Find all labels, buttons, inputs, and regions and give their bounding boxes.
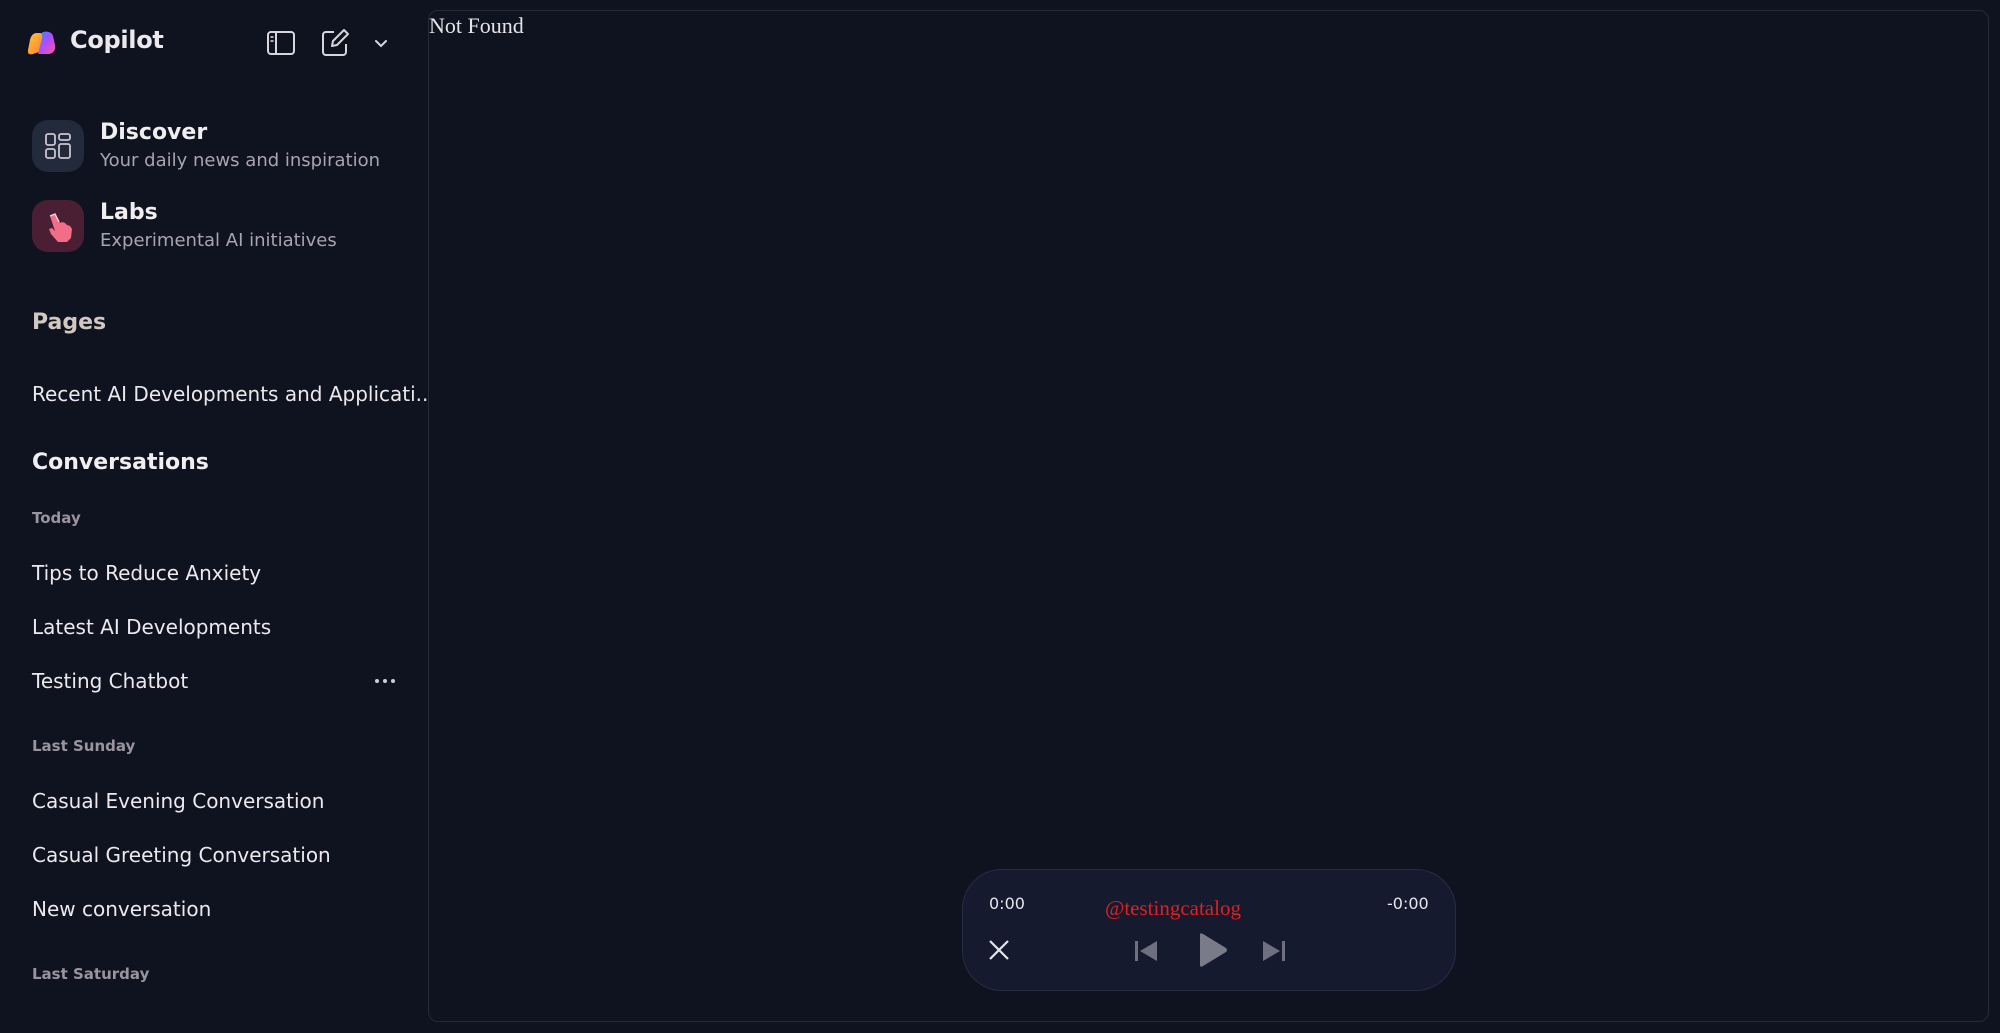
elapsed-time: 0:00 xyxy=(989,894,1025,913)
group-label-last-saturday: Last Saturday xyxy=(32,965,150,983)
labs-subtitle: Experimental AI initiatives xyxy=(100,230,337,251)
previous-track-button[interactable] xyxy=(1131,936,1161,966)
discover-title: Discover xyxy=(100,120,208,145)
pages-heading: Pages xyxy=(32,310,107,335)
sidebar-toggle-button[interactable] xyxy=(264,26,298,60)
sidebar-panel-icon xyxy=(267,31,295,55)
conversations-heading: Conversations xyxy=(32,450,209,475)
discover-subtitle: Your daily news and inspiration xyxy=(100,150,380,171)
grid-icon xyxy=(32,120,84,172)
labs-link[interactable]: Labs Experimental AI initiatives xyxy=(32,200,412,256)
more-options-icon[interactable] xyxy=(372,668,398,694)
pointer-hand-icon xyxy=(32,200,84,252)
chevron-down-icon xyxy=(375,40,387,48)
conversation-item[interactable]: Testing Chatbot xyxy=(32,669,188,693)
skip-back-icon xyxy=(1135,941,1157,961)
group-label-today: Today xyxy=(32,509,81,527)
group-label-last-sunday: Last Sunday xyxy=(32,737,136,755)
watermark-text: @testingcatalog xyxy=(1105,896,1241,920)
sidebar-header: Copilot xyxy=(27,24,400,60)
copilot-logo-icon xyxy=(27,30,56,56)
page-item[interactable]: Recent AI Developments and Applicati... xyxy=(32,382,435,406)
close-icon xyxy=(989,940,1009,960)
conversation-item[interactable]: Casual Evening Conversation xyxy=(32,789,324,813)
compose-icon xyxy=(322,29,349,56)
next-track-button[interactable] xyxy=(1259,936,1289,966)
skip-forward-icon xyxy=(1263,941,1285,961)
conversation-item[interactable]: Tips to Reduce Anxiety xyxy=(32,561,261,585)
new-chat-button[interactable] xyxy=(318,26,352,60)
not-found-message: Not Found xyxy=(429,13,524,38)
app-name: Copilot xyxy=(70,26,164,54)
play-icon xyxy=(1200,933,1227,967)
play-button[interactable] xyxy=(1193,930,1231,970)
conversation-item[interactable]: Latest AI Developments xyxy=(32,615,271,639)
remaining-time: -0:00 xyxy=(1387,894,1429,913)
labs-title: Labs xyxy=(100,200,158,225)
options-dropdown-button[interactable] xyxy=(368,26,394,60)
close-button[interactable] xyxy=(985,936,1013,964)
sidebar: Copilot Discover Your daily news and ins… xyxy=(0,0,435,1033)
audio-player: 0:00 @testingcatalog -0:00 xyxy=(962,869,1456,991)
conversation-item[interactable]: Casual Greeting Conversation xyxy=(32,843,331,867)
conversation-item[interactable]: New conversation xyxy=(32,897,211,921)
discover-link[interactable]: Discover Your daily news and inspiration xyxy=(32,120,412,176)
